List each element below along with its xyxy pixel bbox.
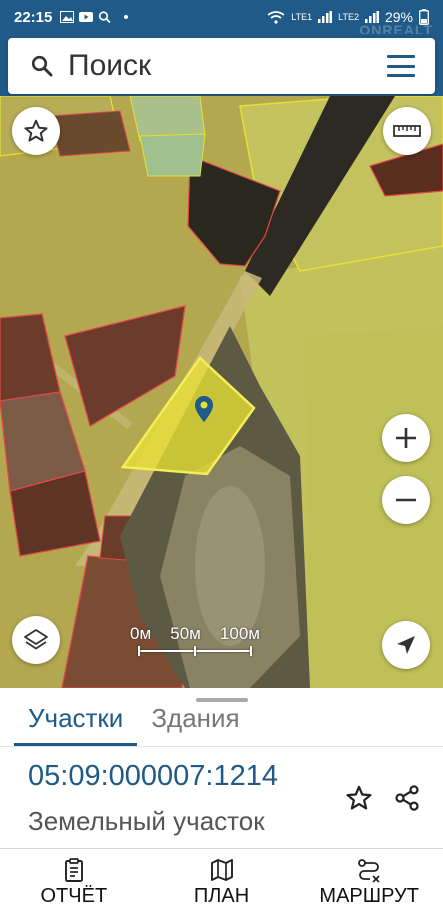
layers-icon bbox=[24, 629, 48, 650]
parcel-type: Земельный участок bbox=[28, 806, 265, 836]
parcel-outline bbox=[139, 133, 206, 177]
signal-icon bbox=[318, 11, 333, 23]
search-icon bbox=[99, 11, 112, 23]
nav-plan[interactable]: ПЛАН bbox=[148, 849, 296, 910]
network-label-2: LTE2 bbox=[338, 12, 359, 22]
star-icon bbox=[24, 119, 48, 142]
zoom-in-icon bbox=[396, 428, 416, 448]
satellite-map[interactable]: 0м 50м 100м bbox=[0, 96, 443, 688]
nav-label: ПЛАН bbox=[193, 885, 250, 907]
wifi-icon bbox=[267, 10, 285, 24]
cadastral-number[interactable]: 05:09:000007:1214 bbox=[28, 760, 278, 793]
network-label-1: LTE1 bbox=[291, 12, 313, 22]
scale-label: 0м bbox=[130, 624, 152, 643]
menu-icon[interactable] bbox=[387, 55, 415, 77]
nav-report[interactable]: ОТЧЁТ bbox=[0, 849, 148, 910]
zoom-in-button[interactable] bbox=[382, 414, 430, 462]
tab-buildings[interactable]: Здания bbox=[137, 702, 253, 746]
locate-button[interactable] bbox=[382, 621, 430, 669]
ruler-icon bbox=[393, 125, 421, 137]
bottom-navigation: ОТЧЁТ ПЛАН МАРШРУТ bbox=[0, 848, 443, 910]
menu-line bbox=[387, 74, 415, 77]
zoom-out-button[interactable] bbox=[382, 476, 430, 524]
menu-line bbox=[387, 55, 415, 58]
favorites-button[interactable] bbox=[12, 107, 60, 155]
scale-label: 100м bbox=[219, 624, 260, 643]
layers-button[interactable] bbox=[12, 616, 60, 664]
report-icon bbox=[64, 858, 83, 882]
scale-label: 50м bbox=[170, 624, 201, 643]
scale-tick bbox=[138, 646, 140, 656]
route-icon bbox=[358, 859, 380, 883]
share-icon[interactable] bbox=[393, 784, 421, 812]
zoom-out-icon bbox=[396, 498, 416, 502]
scale-tick bbox=[194, 646, 196, 656]
status-bar: 22:15 • LTE1 LTE2 29% ONREALT bbox=[0, 0, 443, 38]
nav-label: МАРШРУТ bbox=[319, 885, 419, 907]
nav-label: ОТЧЁТ bbox=[40, 885, 108, 907]
status-time: 22:15 bbox=[14, 8, 53, 26]
ruler-button[interactable] bbox=[383, 107, 431, 155]
object-type-tabs: Участки Здания bbox=[0, 702, 443, 746]
menu-line bbox=[387, 64, 415, 68]
parcel-info-panel: Участки Здания 05:09:000007:1214 Земельн… bbox=[0, 688, 443, 848]
tab-parcels[interactable]: Участки bbox=[14, 702, 138, 746]
app-screen: 22:15 • LTE1 LTE2 29% ONREALT Поиск 0м 5… bbox=[0, 0, 443, 910]
scale-labels: 0м 50м 100м bbox=[130, 624, 260, 644]
divider bbox=[0, 746, 443, 747]
locate-arrow-icon bbox=[397, 636, 415, 654]
dark-parcel bbox=[49, 110, 131, 157]
map-plan-icon bbox=[210, 859, 233, 881]
nav-route[interactable]: МАРШРУТ bbox=[295, 849, 443, 910]
scale-tick bbox=[250, 646, 252, 656]
notification-dot: • bbox=[123, 8, 129, 26]
image-icon bbox=[60, 11, 75, 23]
map-scale: 0м 50м 100м bbox=[130, 624, 260, 660]
search-header bbox=[0, 34, 443, 96]
status-notification-icons: • bbox=[60, 8, 129, 26]
search-icon[interactable] bbox=[30, 54, 54, 78]
favorite-star-icon[interactable] bbox=[345, 784, 373, 812]
youtube-icon bbox=[79, 12, 94, 22]
search-input[interactable] bbox=[68, 49, 368, 83]
search-bar bbox=[8, 38, 435, 94]
map-canvas[interactable] bbox=[0, 96, 443, 688]
ravine-vegetation bbox=[195, 486, 265, 646]
